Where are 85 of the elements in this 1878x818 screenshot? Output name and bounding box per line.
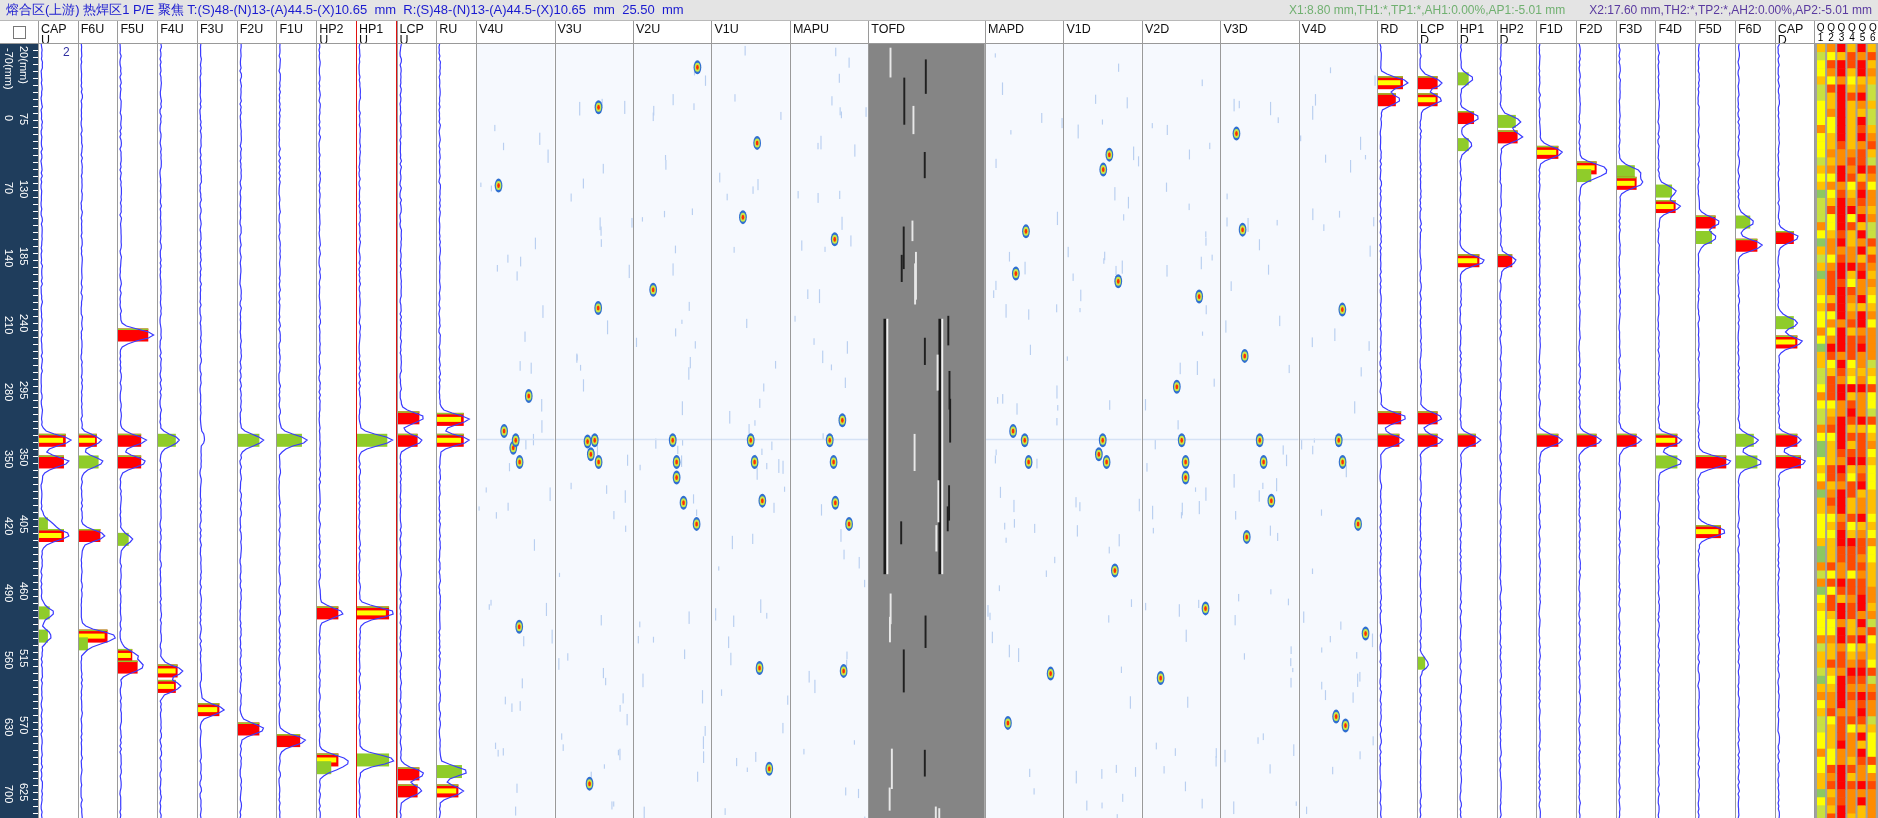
channel-column[interactable]: TOFD xyxy=(868,21,986,818)
channel-column[interactable]: F1U xyxy=(276,21,317,818)
channel-label: F2U xyxy=(239,21,265,35)
channel-column[interactable]: F5U xyxy=(117,21,158,818)
ruler-label: 460 xyxy=(17,582,31,601)
ruler-label: 280 xyxy=(2,383,16,402)
channel-label: RU xyxy=(439,21,459,35)
channel-column[interactable]: V1U xyxy=(711,21,790,818)
ruler-label: 625 xyxy=(17,783,31,802)
select-all-checkbox[interactable] xyxy=(12,25,26,39)
channel-column[interactable]: V1D xyxy=(1063,21,1142,818)
channel-column[interactable]: F4U xyxy=(157,21,197,818)
ruler-label: 70 xyxy=(2,182,16,195)
zone-label: Q 5 xyxy=(1857,21,1868,43)
channel-column[interactable]: F2U xyxy=(236,21,277,818)
channel-label: TOFD xyxy=(871,21,907,35)
channel-column[interactable]: V3D xyxy=(1220,21,1299,818)
ruler-label: 185 xyxy=(17,247,31,266)
cursor-readout: X1:8.80 mm,TH1:*,TP1:*,AH1:0.00%,AP1:-5.01 mm xyxy=(1289,3,1566,17)
channel-column[interactable]: F3D xyxy=(1615,21,1656,818)
channel-column[interactable]: F5D xyxy=(1695,21,1735,818)
channel-label: V2D xyxy=(1144,21,1171,35)
channel-column[interactable]: MAPD xyxy=(985,21,1064,818)
channel-column[interactable]: MAPU xyxy=(789,21,869,818)
channel-column[interactable]: V4D xyxy=(1298,21,1378,818)
zone-label: Q 4 xyxy=(1847,21,1857,43)
channel-column[interactable]: F2D xyxy=(1575,21,1616,818)
channel-column[interactable]: V3U xyxy=(554,21,633,818)
zone-label: Q 1 xyxy=(1815,21,1826,43)
channel-column[interactable]: V4U xyxy=(476,21,555,818)
cursor-readout: X2:17.60 mm,TH2:*,TP2:*,AH2:0.00%,AP2:-5.01 mm xyxy=(1589,3,1872,17)
ruler-label: 515 xyxy=(17,649,31,668)
channel-label: V4U xyxy=(479,21,505,35)
ruler-label: 210 xyxy=(2,316,16,335)
ruler-label: 295 xyxy=(17,381,31,400)
channel-label: RD xyxy=(1380,21,1400,35)
channel-label: V3D xyxy=(1223,21,1249,35)
channel-label: F3U xyxy=(199,21,225,35)
channel-column[interactable]: F4D xyxy=(1655,21,1696,818)
channel-label: V4D xyxy=(1301,21,1328,35)
ruler-label: 420 xyxy=(2,517,16,536)
channel-label: F5D xyxy=(1698,21,1723,35)
ruler-label: 630 xyxy=(2,718,16,737)
ruler-label: 700 xyxy=(2,785,16,804)
channel-column[interactable]: F1D xyxy=(1536,21,1576,818)
channel-column[interactable]: F6U xyxy=(77,21,118,818)
ruler-label: 405 xyxy=(17,515,31,534)
trace-count: 2 xyxy=(63,45,70,59)
ruler-label: 0 xyxy=(2,115,16,122)
channel-label: F5U xyxy=(120,21,146,35)
zone-label: Q 2 xyxy=(1826,21,1836,43)
ruler-label: 75 xyxy=(17,113,31,126)
channel-label: F3D xyxy=(1618,21,1644,35)
channel-column[interactable]: F3U xyxy=(196,21,237,818)
channel-label: V1D xyxy=(1066,21,1092,35)
ruler-label: 140 xyxy=(2,249,16,268)
channel-label: F2D xyxy=(1578,21,1604,35)
channel-column[interactable]: V2D xyxy=(1141,21,1221,818)
channel-column[interactable]: F6D xyxy=(1734,21,1775,818)
zone-label: Q 6 xyxy=(1867,21,1878,43)
ruler-label: 570 xyxy=(17,716,31,735)
ruler-label: 560 xyxy=(2,651,16,670)
ruler-label: 130 xyxy=(17,180,31,199)
channel-label: F4D xyxy=(1658,21,1684,35)
channel-label: F4U xyxy=(160,21,185,35)
scan-title: 熔合区(上游) 热焊区1 P/E 聚焦 T:(S)48-(N)13-(A)44.5-(X)10.65 mm R:(S)48-(N)13-(A)44.5-(X)10.65 mm 25.50 mm xyxy=(6,1,685,19)
channel-label: V2U xyxy=(636,21,662,35)
channel-label: V1U xyxy=(714,21,740,35)
ruler-label: 490 xyxy=(2,584,16,603)
ruler-label: -70(mm) xyxy=(2,48,16,90)
channel-column[interactable]: V2U xyxy=(633,21,712,818)
channel-label: V3U xyxy=(557,21,583,35)
ruler-label: 240 xyxy=(17,314,31,333)
channel-label: F6U xyxy=(80,21,106,35)
ruler-label: 350 xyxy=(2,450,16,469)
ruler-label: 20(mm) xyxy=(17,46,31,84)
channel-label: MAPD xyxy=(988,21,1026,35)
channel-column[interactable]: RD xyxy=(1377,21,1418,818)
channel-label: F6D xyxy=(1737,21,1763,35)
channel-label: F1D xyxy=(1539,21,1564,35)
zone-label: Q 3 xyxy=(1836,21,1847,43)
channel-column[interactable]: RU xyxy=(436,21,477,818)
ruler-label: 350 xyxy=(17,448,31,467)
channel-label: F1U xyxy=(279,21,305,35)
channel-label: MAPU xyxy=(792,21,830,35)
